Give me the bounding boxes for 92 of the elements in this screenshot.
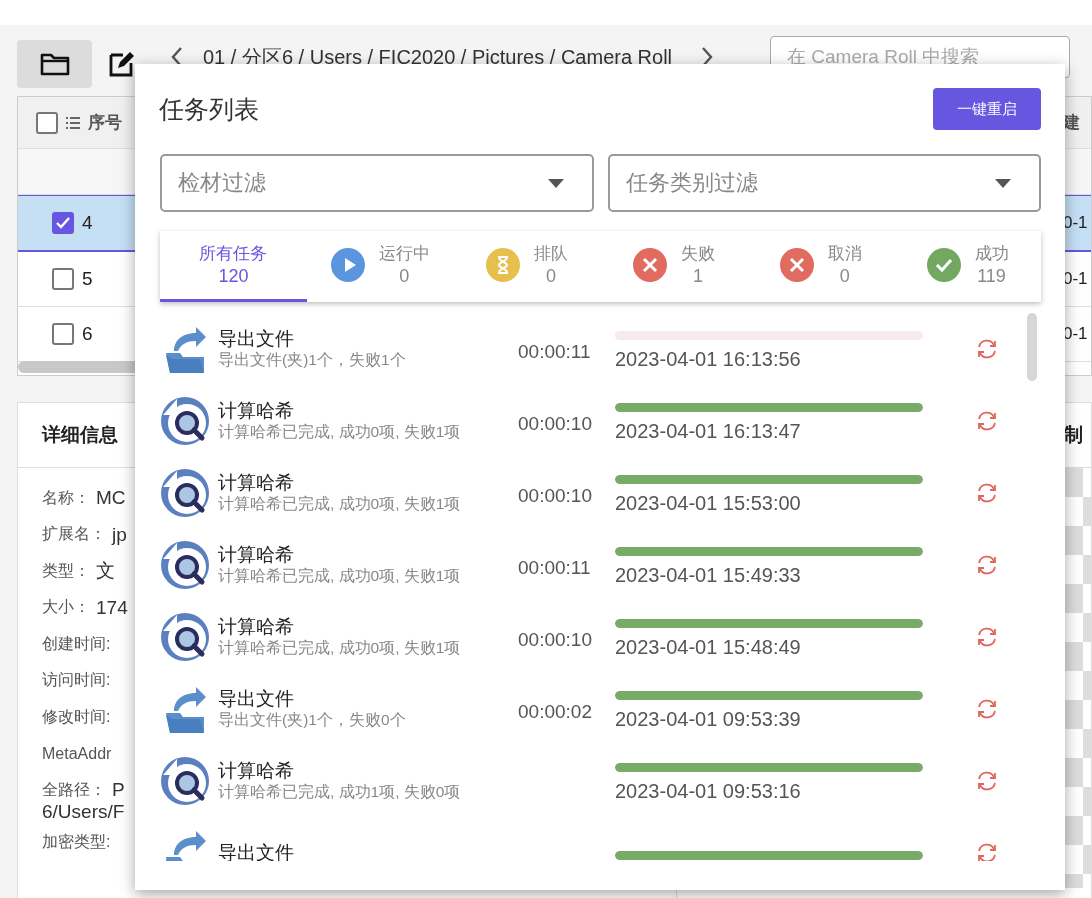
retry-icon[interactable]: [976, 410, 998, 432]
retry-icon[interactable]: [976, 626, 998, 648]
task-time: 2023-04-01 15:49:33: [615, 564, 802, 587]
list-icon: [66, 116, 80, 129]
checkbox[interactable]: [52, 323, 74, 345]
field-label: 大小：: [42, 597, 90, 618]
retry-icon[interactable]: [976, 770, 998, 792]
filter-tab[interactable]: 失败 1: [600, 231, 748, 302]
task-description: 计算哈希已完成, 成功0项, 失败1项: [218, 566, 462, 586]
task-description: 计算哈希已完成, 成功1项, 失败0项: [218, 782, 462, 802]
field-label: 扩展名：: [42, 524, 106, 545]
panel-title: 制: [1064, 423, 1083, 447]
field-label: 名称：: [42, 487, 90, 508]
task-title: 计算哈希: [218, 472, 295, 494]
filter-dropdown[interactable]: 任务类别过滤: [607, 154, 1041, 212]
filter-tab[interactable]: 运行中 0: [306, 231, 454, 302]
retry-icon[interactable]: [976, 482, 998, 504]
task-duration: 00:00:10: [518, 413, 592, 434]
task-duration: 00:00:02: [518, 701, 592, 722]
retry-icon[interactable]: [976, 554, 998, 576]
folder-button[interactable]: [17, 40, 92, 88]
column-header[interactable]: 序号: [88, 111, 122, 134]
task-time: 2023-04-01 09:53:39: [615, 708, 802, 731]
play-icon: [330, 248, 365, 282]
scrollbar[interactable]: [1027, 313, 1037, 381]
checkbox[interactable]: [52, 268, 74, 290]
task-time: 2023-04-01 16:13:56: [615, 348, 802, 371]
task-duration: 00:00:11: [518, 341, 591, 362]
magnifier-document-icon: [161, 539, 209, 591]
task-title: 计算哈希: [218, 400, 295, 422]
field-label: MetaAddr: [42, 744, 112, 763]
field-value: 文: [96, 559, 115, 584]
dropdown-caret-icon: [995, 178, 1011, 188]
task-description: 导出文件(夹)1个，失败0个: [218, 710, 407, 730]
task-time: 2023-04-01 15:48:49: [615, 636, 802, 659]
magnifier-document-icon: [161, 611, 209, 663]
task-description: 计算哈希已完成, 成功0项, 失败1项: [218, 422, 462, 442]
task-description: 计算哈希已完成, 成功0项, 失败1项: [218, 638, 462, 658]
task-duration: 00:00:10: [518, 629, 592, 650]
folder-icon: [39, 52, 70, 76]
cross-icon: [779, 248, 814, 282]
table-cell: 6: [82, 323, 93, 345]
retry-icon[interactable]: [976, 698, 998, 720]
field-value: 174: [96, 596, 128, 619]
filter-tab[interactable]: 排队 0: [453, 231, 601, 302]
table-cell: 4: [82, 212, 93, 234]
folder-export-icon: [164, 685, 206, 733]
field-label: 全路径：: [42, 779, 106, 800]
task-title: 导出文件: [218, 842, 295, 861]
restart-all-button[interactable]: 一键重启: [933, 88, 1041, 130]
filter-tab[interactable]: 所有任务 120: [160, 231, 307, 302]
cross-icon: [632, 248, 667, 282]
retry-icon[interactable]: [976, 842, 998, 861]
retry-icon[interactable]: [976, 338, 998, 360]
task-time: 2023-04-01 09:53:16: [615, 780, 802, 803]
field-label: 加密类型:: [42, 832, 111, 853]
magnifier-document-icon: [161, 467, 209, 519]
task-description: 导出文件(夹)1个，失败1个: [218, 350, 407, 370]
field-label: 访问时间:: [42, 670, 111, 691]
folder-export-icon: [164, 325, 206, 373]
field-label: 创建时间:: [42, 633, 111, 654]
task-title: 计算哈希: [218, 760, 295, 782]
field-value: MC: [96, 487, 126, 510]
checkbox[interactable]: [52, 212, 74, 234]
magnifier-document-icon: [161, 395, 209, 447]
checkbox[interactable]: [36, 111, 58, 134]
task-title: 计算哈希: [218, 544, 295, 566]
task-time: 2023-04-01 16:13:47: [615, 420, 802, 443]
field-value: 6/Users/F: [42, 800, 125, 823]
panel-title: 详细信息: [42, 423, 118, 447]
field-value: P: [112, 779, 125, 802]
filter-dropdown[interactable]: 检材过滤: [160, 154, 594, 212]
task-time: 2023-04-01 15:53:00: [615, 492, 802, 515]
filter-tab[interactable]: 成功 119: [894, 231, 1041, 302]
filter-tab[interactable]: 取消 0: [747, 231, 895, 302]
magnifier-document-icon: [161, 755, 209, 807]
check-icon: [55, 216, 71, 230]
task-description: 计算哈希已完成, 成功0项, 失败1项: [218, 494, 462, 514]
task-duration: 00:00:10: [518, 485, 592, 506]
edit-icon[interactable]: [108, 50, 136, 78]
field-label: 类型：: [42, 560, 90, 581]
field-label: 修改时间:: [42, 706, 111, 727]
check-icon: [926, 248, 961, 282]
field-value: jp: [112, 523, 127, 546]
dropdown-caret-icon: [547, 178, 564, 188]
task-title: 导出文件: [218, 688, 295, 710]
dialog-title: 任务列表: [159, 93, 259, 125]
table-cell: 5: [82, 268, 93, 290]
task-title: 计算哈希: [218, 616, 295, 638]
task-duration: 00:00:11: [518, 557, 591, 578]
hourglass-icon: [486, 248, 521, 282]
task-title: 导出文件: [218, 328, 295, 350]
